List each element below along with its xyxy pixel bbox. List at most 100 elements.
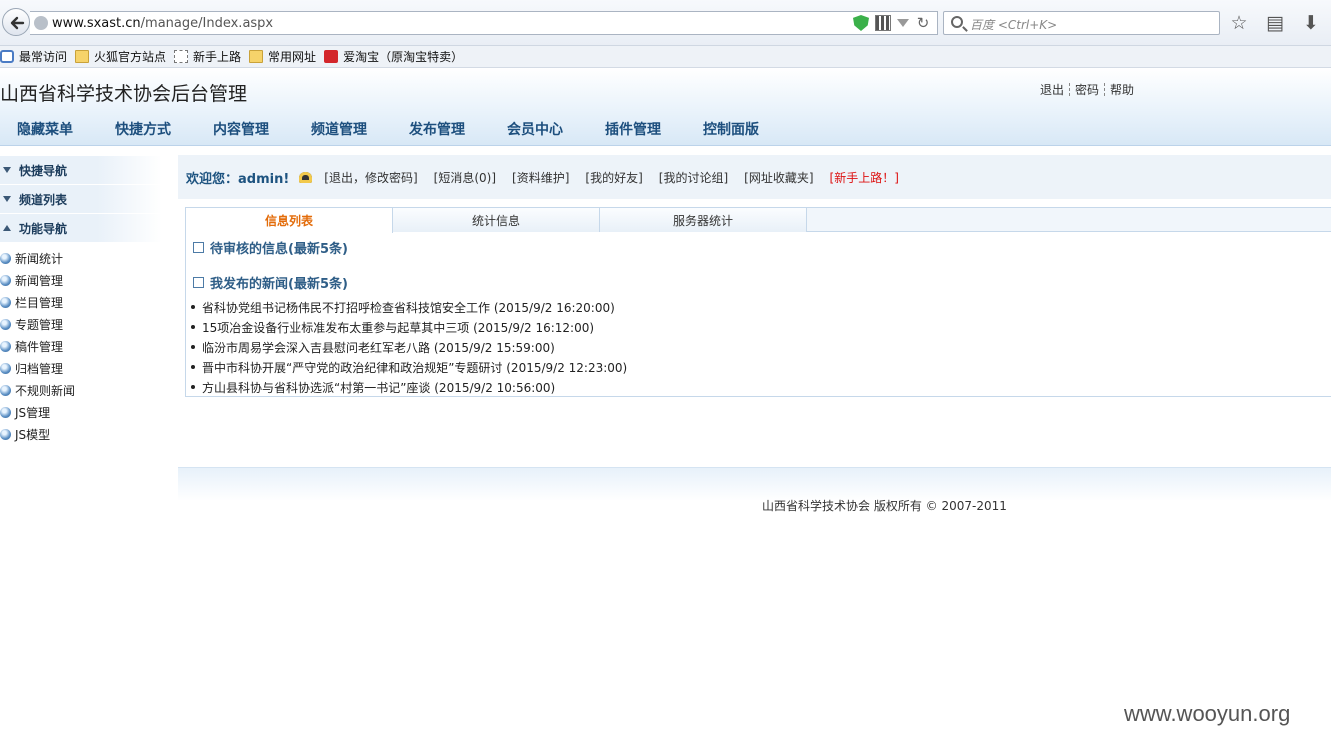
- bullet-orb-icon: [0, 296, 11, 308]
- address-bar[interactable]: www.sxast.cn/manage/Index.aspx ↻: [30, 11, 938, 35]
- bullet-orb-icon: [0, 384, 11, 396]
- taobao-icon: [324, 50, 339, 63]
- published-title-text: 我发布的新闻(最新5条): [210, 276, 348, 292]
- bookmark-star-icon[interactable]: ☆: [1228, 12, 1250, 34]
- sidebar-item-column-management[interactable]: 栏目管理: [0, 291, 162, 313]
- url-domain: www.sxast.cn: [52, 16, 141, 31]
- tab-server-stats[interactable]: 服务器统计: [600, 208, 807, 232]
- tab-statistics[interactable]: 统计信息: [393, 208, 600, 232]
- collapse-triangle-icon: [3, 167, 11, 173]
- bookmark-firefox-site[interactable]: 火狐官方站点: [75, 48, 166, 65]
- sidebar-item-irregular-news[interactable]: 不规则新闻: [0, 379, 162, 401]
- bookmark-label: 爱淘宝（原淘宝特卖）: [343, 50, 464, 64]
- bullet-orb-icon: [0, 274, 11, 286]
- sidebar-item-label: 新闻管理: [15, 273, 64, 288]
- reload-icon[interactable]: ↻: [915, 15, 931, 31]
- profile-link[interactable]: [资料维护]: [512, 169, 569, 186]
- sidebar: 快捷导航 频道列表 功能导航 新闻统计 新闻管理 栏目管理 专题管理 稿件管理 …: [0, 156, 162, 445]
- watermark: www.wooyun.org: [1124, 701, 1291, 726]
- pending-section-title: 待审核的信息(最新5条): [193, 238, 1331, 257]
- menu-channel-management[interactable]: 频道管理: [311, 119, 367, 139]
- search-input[interactable]: 百度 <Ctrl+K>: [943, 11, 1220, 35]
- messages-link[interactable]: [短消息(0)]: [434, 169, 496, 186]
- back-button[interactable]: [2, 8, 30, 36]
- search-placeholder: 百度 <Ctrl+K>: [970, 18, 1058, 32]
- bookmark-label: 常用网址: [268, 50, 317, 64]
- menu-control-panel[interactable]: 控制面版: [703, 119, 759, 139]
- collapse-triangle-icon: [3, 196, 11, 202]
- sidebar-item-js-management[interactable]: JS管理: [0, 401, 162, 423]
- logout-link[interactable]: 退出: [1040, 83, 1064, 97]
- list-item[interactable]: 15项冶金设备行业标准发布太重参与起草其中三项 (2015/9/2 16:12:…: [191, 317, 1331, 337]
- menu-hide-menu[interactable]: 隐藏菜单: [17, 119, 73, 139]
- sidebar-group-quick-nav[interactable]: 快捷导航: [0, 156, 162, 185]
- url-text[interactable]: www.sxast.cn/manage/Index.aspx: [52, 16, 273, 31]
- divider: [1104, 83, 1106, 96]
- menu-plugin-management[interactable]: 插件管理: [605, 119, 661, 139]
- sidebar-item-archive-management[interactable]: 归档管理: [0, 357, 162, 379]
- list-item[interactable]: 临汾市周易学会深入吉县慰问老红军老八路 (2015/9/2 15:59:00): [191, 337, 1331, 357]
- user-icon: [299, 171, 313, 183]
- url-favorites-link[interactable]: [网址收藏夹]: [744, 169, 813, 186]
- bookmark-most-visited[interactable]: 最常访问: [0, 48, 67, 65]
- folder-icon: [75, 50, 90, 63]
- sidebar-group-channel-list[interactable]: 频道列表: [0, 185, 162, 214]
- bookmark-common-sites[interactable]: 常用网址: [249, 48, 316, 65]
- bullet-orb-icon: [0, 340, 11, 352]
- news-title[interactable]: 15项冶金设备行业标准发布太重参与起草其中三项 (2015/9/2 16:12:…: [202, 319, 594, 336]
- menu-content-management[interactable]: 内容管理: [213, 119, 269, 139]
- square-icon: [193, 276, 204, 288]
- browser-nav-bar: www.sxast.cn/manage/Index.aspx ↻ 百度 <Ctr…: [0, 0, 1331, 46]
- newbie-guide-link[interactable]: [新手上路！]: [830, 169, 899, 186]
- expand-triangle-icon: [3, 225, 11, 231]
- divider: [1069, 83, 1071, 96]
- sidebar-item-news-management[interactable]: 新闻管理: [0, 269, 162, 291]
- menu-shortcuts[interactable]: 快捷方式: [115, 119, 171, 139]
- logout-change-password-link[interactable]: [退出，修改密码]: [324, 169, 417, 186]
- download-icon[interactable]: ⬇: [1300, 12, 1322, 34]
- news-title[interactable]: 晋中市科协开展“严守党的政治纪律和政治规矩”专题研讨 (2015/9/2 12:…: [202, 359, 627, 376]
- sidebar-item-label: 稿件管理: [15, 339, 64, 354]
- discussion-group-link[interactable]: [我的讨论组]: [659, 169, 728, 186]
- news-title[interactable]: 方山县科协与省科协选派“村第一书记”座谈 (2015/9/2 10:56:00): [202, 379, 555, 396]
- sidebar-item-label: 专题管理: [15, 317, 64, 332]
- sidebar-item-js-model[interactable]: JS模型: [0, 423, 162, 445]
- menu-member-center[interactable]: 会员中心: [507, 119, 563, 139]
- news-list: 省科协党组书记杨伟民不打招呼检查省科技馆安全工作 (2015/9/2 16:20…: [191, 297, 1331, 397]
- sidebar-group-label: 功能导航: [19, 221, 68, 236]
- bullet-dot: [191, 385, 195, 389]
- help-link[interactable]: 帮助: [1110, 83, 1134, 97]
- site-title: 山西省科学技术协会后台管理: [0, 83, 248, 105]
- list-item[interactable]: 方山县科协与省科协选派“村第一书记”座谈 (2015/9/2 10:56:00): [191, 377, 1331, 397]
- bookmark-getting-started[interactable]: 新手上路: [174, 48, 241, 65]
- bullet-orb-icon: [0, 362, 11, 374]
- menu-publish-management[interactable]: 发布管理: [409, 119, 465, 139]
- list-item[interactable]: 晋中市科协开展“严守党的政治纪律和政治规矩”专题研讨 (2015/9/2 12:…: [191, 357, 1331, 377]
- bookmark-label: 火狐官方站点: [94, 50, 167, 64]
- dropdown-arrow-icon[interactable]: [897, 19, 909, 27]
- list-item[interactable]: 省科协党组书记杨伟民不打招呼检查省科技馆安全工作 (2015/9/2 16:20…: [191, 297, 1331, 317]
- welcome-greeting: 欢迎您：admin!: [186, 171, 290, 187]
- bookmarks-bar: 最常访问 火狐官方站点 新手上路 常用网址 爱淘宝（原淘宝特卖）: [0, 46, 1331, 68]
- globe-icon: [34, 16, 48, 30]
- site-header: 山西省科学技术协会后台管理 退出 密码 帮助 隐藏菜单 快捷方式 内容管理 频道管理…: [0, 68, 1331, 146]
- qr-code-icon[interactable]: [875, 15, 891, 31]
- news-title[interactable]: 临汾市周易学会深入吉县慰问老红军老八路 (2015/9/2 15:59:00): [202, 339, 555, 356]
- password-link[interactable]: 密码: [1075, 83, 1099, 97]
- footer-band: [178, 467, 1331, 501]
- page-icon: [174, 50, 189, 63]
- sidebar-item-news-stats[interactable]: 新闻统计: [0, 247, 162, 269]
- news-title[interactable]: 省科协党组书记杨伟民不打招呼检查省科技馆安全工作 (2015/9/2 16:20…: [202, 299, 615, 316]
- tab-info-list[interactable]: 信息列表: [186, 208, 393, 233]
- friends-link[interactable]: [我的好友]: [585, 169, 642, 186]
- bullet-orb-icon: [0, 318, 11, 330]
- sidebar-item-manuscript-management[interactable]: 稿件管理: [0, 335, 162, 357]
- reading-list-icon[interactable]: ▤: [1264, 12, 1286, 34]
- bookmark-taobao[interactable]: 爱淘宝（原淘宝特卖）: [324, 48, 463, 65]
- sidebar-item-label: 归档管理: [15, 361, 64, 376]
- welcome-bar: 欢迎您：admin! [退出，修改密码] [短消息(0)] [资料维护] [我的…: [178, 155, 1331, 199]
- sidebar-group-function-nav[interactable]: 功能导航: [0, 214, 162, 243]
- shield-icon[interactable]: [853, 15, 869, 31]
- sidebar-item-topic-management[interactable]: 专题管理: [0, 313, 162, 335]
- square-icon: [193, 241, 204, 253]
